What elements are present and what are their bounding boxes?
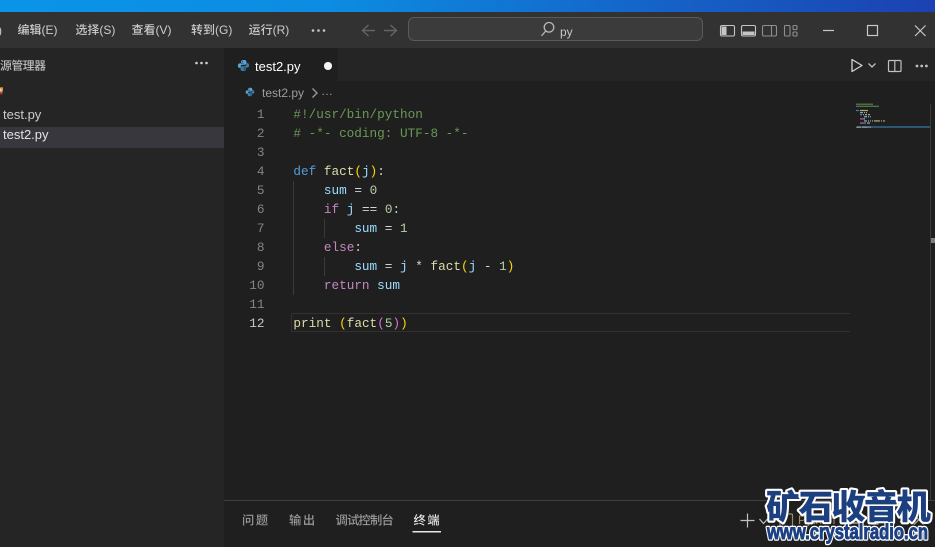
svg-text:(G): (G) <box>215 23 232 37</box>
svg-text:(S): (S) <box>99 23 115 37</box>
svg-text:(R): (R) <box>273 23 290 37</box>
svg-text:(E): (E) <box>42 23 58 37</box>
svg-text:): ) <box>0 24 2 38</box>
svg-text:(V): (V) <box>156 23 172 37</box>
svg-text:www.crystalradio.cn: www.crystalradio.cn <box>766 521 928 544</box>
